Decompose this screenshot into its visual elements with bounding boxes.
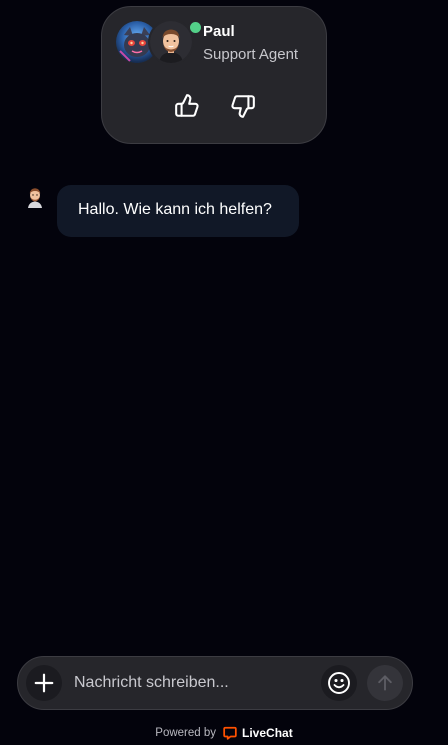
- online-status-dot: [190, 22, 201, 33]
- rate-bad-button[interactable]: [228, 91, 258, 121]
- thumbs-up-icon: [174, 93, 200, 119]
- agent-name: Paul: [203, 23, 235, 40]
- agent-avatar-icon: [150, 21, 192, 63]
- rate-good-button[interactable]: [172, 91, 202, 121]
- agent-role: Support Agent: [203, 46, 299, 63]
- add-attachment-button[interactable]: [26, 665, 62, 701]
- send-button[interactable]: [367, 665, 403, 701]
- chat-widget: Paul Support Agent Hallo. Wie kann ich h…: [0, 0, 448, 745]
- agent-card: Paul Support Agent: [101, 6, 327, 144]
- plus-icon: [33, 672, 55, 694]
- message-input[interactable]: [74, 670, 314, 696]
- arrow-up-icon: [375, 673, 395, 693]
- emoji-button[interactable]: [321, 665, 357, 701]
- message-agent-avatar-icon: [25, 186, 45, 208]
- emoji-icon: [327, 671, 351, 695]
- thumbs-down-icon: [230, 93, 256, 119]
- message-bubble: Hallo. Wie kann ich helfen?: [57, 185, 299, 237]
- avatar-stack: [116, 21, 201, 67]
- powered-by-footer[interactable]: Powered by LiveChat: [0, 724, 448, 742]
- brand-name: LiveChat: [242, 726, 293, 740]
- powered-by-label: Powered by: [155, 727, 217, 739]
- message-composer: [17, 656, 413, 710]
- livechat-logo-icon: [223, 726, 237, 740]
